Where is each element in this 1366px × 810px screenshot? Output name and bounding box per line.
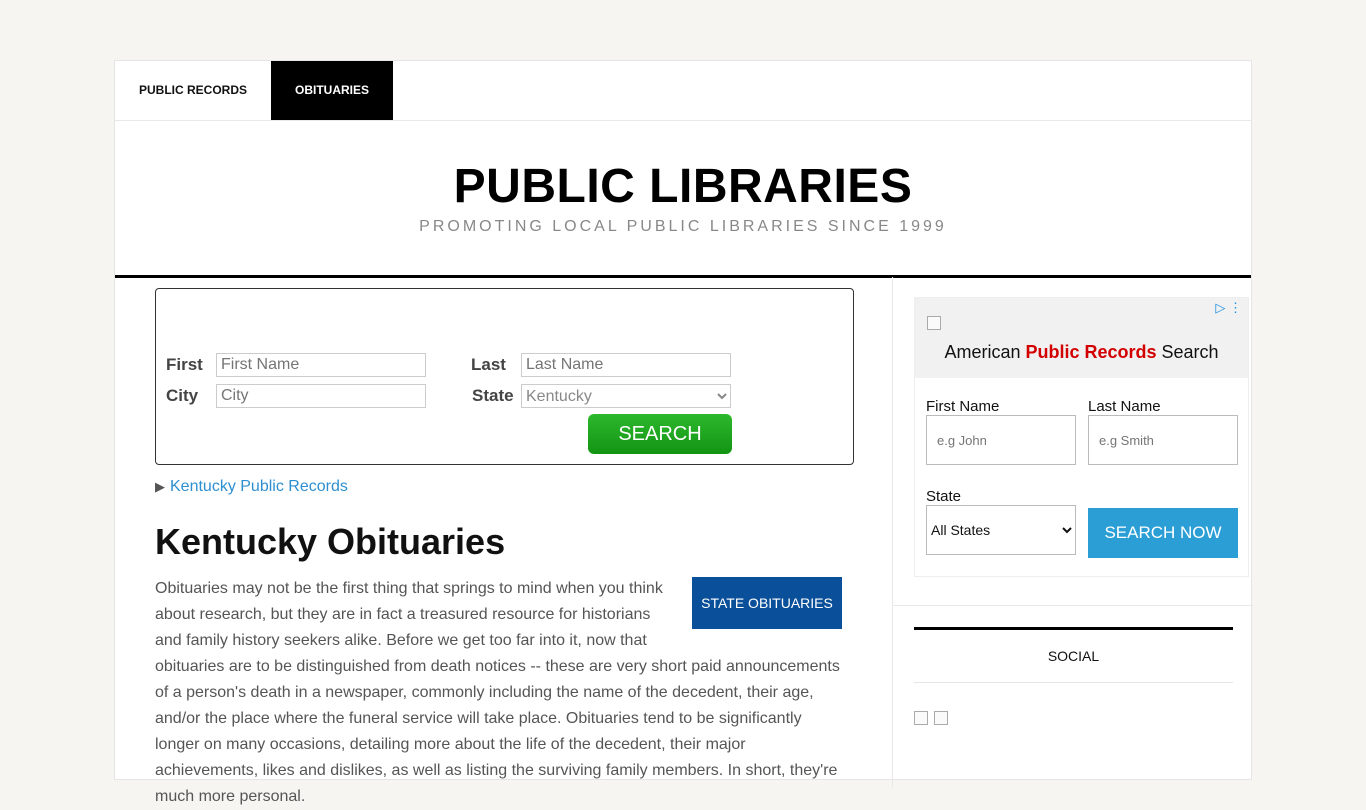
triangle-right-icon: ▶ [155, 479, 165, 494]
ad-search-widget: ▷ ⋮ American Public Records Search First… [914, 297, 1249, 577]
search-form: First Last City State Kentucky SEARCH [155, 288, 854, 465]
state-obituaries-button[interactable]: STATE OBITUARIES [692, 577, 842, 629]
last-name-input[interactable] [521, 353, 731, 377]
ad-first-name-input[interactable] [926, 415, 1076, 465]
state-select[interactable]: Kentucky [521, 384, 731, 408]
city-label: City [166, 386, 199, 405]
last-name-label: Last [471, 355, 506, 374]
sidebar: ▷ ⋮ American Public Records Search First… [892, 277, 1253, 787]
social-heading: SOCIAL [914, 627, 1233, 683]
broken-image-icon [927, 316, 941, 330]
social-icon-2[interactable] [934, 711, 948, 725]
search-button[interactable]: SEARCH [588, 414, 732, 454]
site-tagline: PROMOTING LOCAL PUBLIC LIBRARIES SINCE 1… [419, 218, 947, 235]
first-name-label: First [166, 355, 203, 374]
ad-choices-icon[interactable]: ▷ ⋮ [1215, 300, 1242, 316]
social-icon-1[interactable] [914, 711, 928, 725]
site-title[interactable]: PUBLIC LIBRARIES [115, 159, 1251, 214]
ad-search-now-button[interactable]: SEARCH NOW [1088, 508, 1238, 558]
page-title: Kentucky Obituaries [155, 521, 506, 562]
top-nav: PUBLIC RECORDS OBITUARIES [115, 61, 1251, 121]
ad-header: ▷ ⋮ American Public Records Search [915, 298, 1248, 378]
site-header: PUBLIC LIBRARIES PROMOTING LOCAL PUBLIC … [115, 121, 1251, 278]
city-input[interactable] [216, 384, 426, 408]
state-label: State [472, 386, 514, 405]
first-name-input[interactable] [216, 353, 426, 377]
records-link-row: ▶ Kentucky Public Records [155, 478, 348, 496]
nav-obituaries[interactable]: OBITUARIES [271, 61, 393, 120]
ad-state-label: State [926, 488, 962, 505]
ad-title: American Public Records Search [944, 342, 1219, 362]
kentucky-public-records-link[interactable]: Kentucky Public Records [170, 478, 348, 495]
ad-last-name-input[interactable] [1088, 415, 1238, 465]
ad-last-name-label: Last Name [1088, 398, 1161, 415]
ad-first-name-label: First Name [926, 398, 1000, 415]
ad-state-select[interactable]: All States [926, 505, 1076, 555]
page-container: PUBLIC RECORDS OBITUARIES PUBLIC LIBRARI… [114, 60, 1253, 805]
nav-public-records[interactable]: PUBLIC RECORDS [115, 61, 271, 120]
sidebar-divider [893, 605, 1253, 606]
